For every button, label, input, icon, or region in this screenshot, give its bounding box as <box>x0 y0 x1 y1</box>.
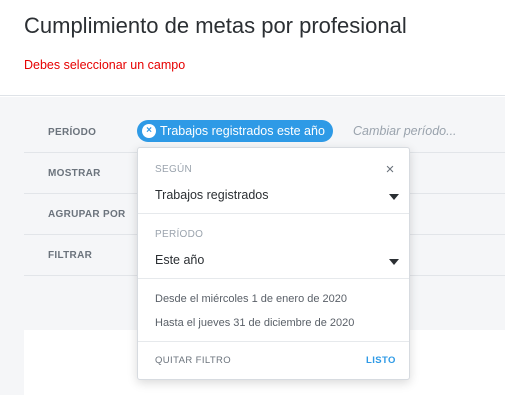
group-by-label: AGRUPAR POR <box>48 209 126 220</box>
popover-divider <box>138 278 409 279</box>
page-header: Cumplimiento de metas por profesional De… <box>0 0 505 96</box>
remove-filter-button[interactable]: QUITAR FILTRO <box>155 355 231 366</box>
period-chip-label: Trabajos registrados este año <box>160 124 325 138</box>
segun-select-value: Trabajos registrados <box>155 188 269 202</box>
change-period-link[interactable]: Cambiar período... <box>353 124 457 138</box>
period-label: PERÍODO <box>48 127 97 138</box>
caret-down-icon <box>389 259 399 265</box>
date-to-text: Hasta el jueves 31 de diciembre de 2020 <box>155 317 355 329</box>
periodo-caption: PERÍODO <box>155 229 204 240</box>
period-chip[interactable]: × Trabajos registrados este año <box>137 120 333 142</box>
period-popover: SEGÚN × Trabajos registrados PERÍODO Est… <box>137 147 410 380</box>
page-title: Cumplimiento de metas por profesional <box>24 13 407 38</box>
close-icon[interactable]: × <box>383 162 397 177</box>
error-message: Debes seleccionar un campo <box>24 58 186 72</box>
show-label: MOSTRAR <box>48 168 101 179</box>
date-from-text: Desde el miércoles 1 de enero de 2020 <box>155 293 348 305</box>
segun-caption: SEGÚN <box>155 164 193 175</box>
done-button[interactable]: LISTO <box>366 355 396 366</box>
popover-divider <box>138 341 409 342</box>
caret-down-icon <box>389 194 399 200</box>
close-circle-icon[interactable]: × <box>142 124 156 138</box>
popover-divider <box>138 213 409 214</box>
segun-select[interactable]: Trabajos registrados <box>155 188 399 208</box>
filter-label: FILTRAR <box>48 250 93 261</box>
periodo-select[interactable]: Este año <box>155 253 399 273</box>
periodo-select-value: Este año <box>155 253 205 267</box>
